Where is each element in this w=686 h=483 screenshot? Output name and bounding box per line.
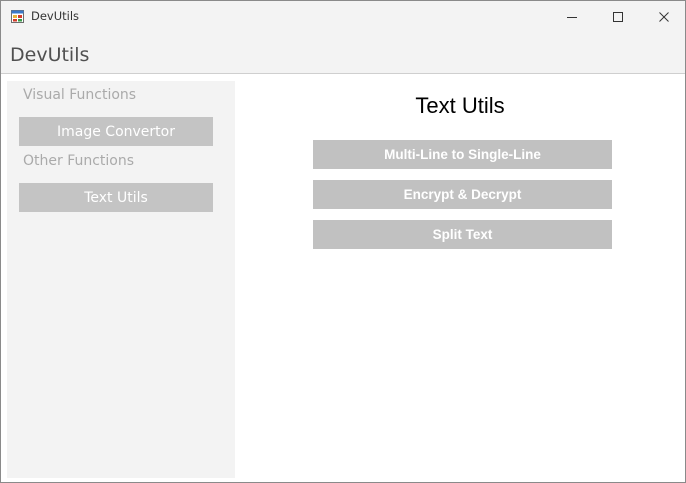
section-heading-visual-functions: Visual Functions: [23, 87, 137, 103]
text-utils-button[interactable]: Text Utils: [19, 183, 213, 212]
page-title: Text Utils: [415, 93, 505, 118]
section-heading-other-functions: Other Functions: [23, 153, 135, 169]
split-text-button[interactable]: Split Text: [313, 220, 612, 249]
title-bar[interactable]: DevUtils: [1, 1, 685, 32]
maximize-button[interactable]: [595, 1, 641, 32]
minimize-icon: [567, 16, 577, 18]
minimize-button[interactable]: [549, 1, 595, 32]
app-header: DevUtils: [1, 32, 685, 74]
app-form-icon: [11, 10, 24, 23]
encrypt-decrypt-button[interactable]: Encrypt & Decrypt: [313, 180, 612, 209]
sidebar: Visual Functions Image Convertor Other F…: [7, 81, 235, 478]
multi-line-to-single-line-button[interactable]: Multi-Line to Single-Line: [313, 140, 612, 169]
close-icon: [659, 11, 669, 22]
maximize-icon: [613, 11, 623, 22]
app-window: DevUtils DevUtils Visual Functions Image…: [0, 0, 686, 483]
app-title: DevUtils: [10, 44, 90, 66]
window-title: DevUtils: [31, 9, 80, 23]
close-button[interactable]: [641, 1, 685, 32]
image-convertor-button[interactable]: Image Convertor: [19, 117, 213, 146]
